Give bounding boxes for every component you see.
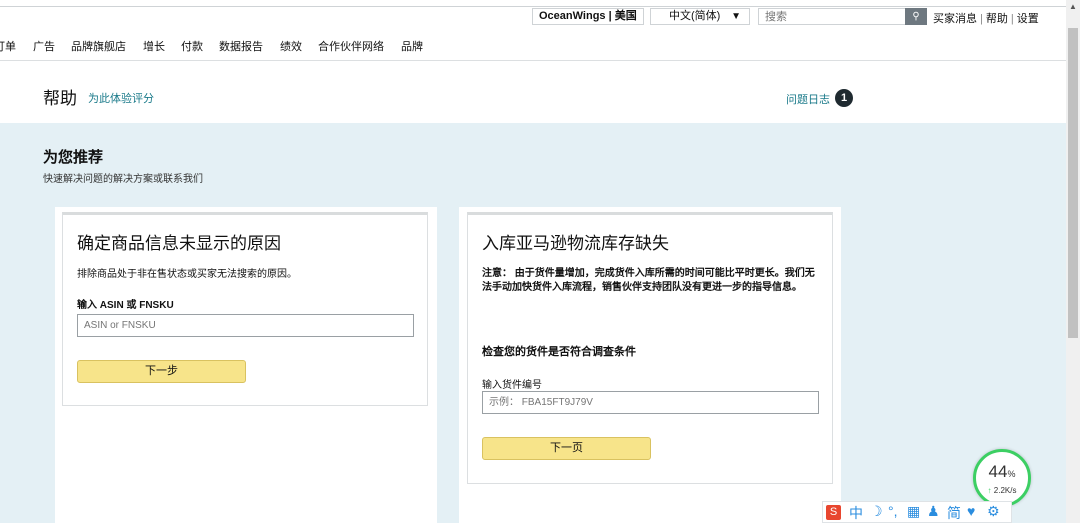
nav-item-orders[interactable]: 订单 [0,38,16,54]
asin-input[interactable] [77,314,414,337]
chevron-down-icon: ▼ [731,11,741,22]
main-content: 为您推荐 快速解决问题的解决方案或联系我们 确定商品信息未显示的原因 排除商品处… [0,123,1066,523]
nav-item-brand-store[interactable]: 品牌旗舰店 [71,38,126,54]
scroll-thumb[interactable] [1068,28,1078,338]
check-eligibility-title: 检查您的货件是否符合调查条件 [482,346,636,358]
help-link[interactable]: 帮助 [986,13,1008,25]
top-border [0,6,1066,7]
speed-percent: 44% [988,462,1016,481]
page-title: 帮助 [43,89,77,108]
user-icon[interactable]: ♟ [927,503,940,520]
top-links: 买家消息 | 帮助 | 设置 [933,13,1039,25]
listing-check-card: 确定商品信息未显示的原因 排除商品处于非在售状态或买家无法搜索的原因。 输入 A… [62,212,428,406]
simplified-toggle[interactable]: 简 [947,503,961,523]
search-input[interactable] [758,8,908,25]
gear-icon[interactable]: ⚙ [987,503,1000,520]
punctuation-icon[interactable]: °, [888,503,898,519]
nav-item-partner-network[interactable]: 合作伙伴网络 [318,38,384,54]
moon-icon[interactable]: ☽ [870,503,883,520]
next-page-button[interactable]: 下一页 [482,437,651,460]
issue-log-link[interactable]: 问题日志 [786,91,830,107]
nav-item-brand[interactable]: 品牌 [401,38,423,54]
network-speed-widget[interactable]: 44% ↑ 2.2K/s [973,449,1031,507]
ime-chinese-toggle[interactable]: 中 [849,503,863,523]
store-selector[interactable]: OceanWings | 美国 [532,8,644,25]
search-button[interactable]: ⚲ [905,8,927,25]
nav-item-payments[interactable]: 付款 [181,38,203,54]
recommend-title: 为您推荐 [43,149,104,166]
card-description: 排除商品处于非在售状态或买家无法搜索的原因。 [77,269,297,280]
scroll-up-icon[interactable]: ▲ [1069,2,1077,11]
shipment-label: 输入货件编号 [482,380,542,391]
nav-item-ads[interactable]: 广告 [33,38,55,54]
issue-count-badge[interactable]: 1 [835,89,853,107]
vertical-scrollbar[interactable]: ▲ [1066,0,1080,523]
rate-experience-link[interactable]: 为此体验评分 [88,90,154,106]
speed-rate: ↑ 2.2K/s [987,486,1017,495]
top-bar: OceanWings | 美国 中文(简体) ▼ ⚲ 买家消息|帮助|设置 [0,0,1066,28]
next-step-button[interactable]: 下一步 [77,360,246,383]
ime-toolbar: S 中 ☽ °, ▦ ♟ 简 ♥ ⚙ [822,501,1012,523]
card-title: 确定商品信息未显示的原因 [77,234,281,253]
upload-arrow-icon: ↑ [987,486,992,495]
nav-item-reports[interactable]: 数据报告 [219,38,263,54]
language-label: 中文(简体) [669,10,721,22]
keyboard-icon[interactable]: ▦ [907,503,920,520]
asin-label: 输入 ASIN 或 FNSKU [77,300,174,311]
ime-logo-icon[interactable]: S [826,505,841,520]
buyer-messages-link[interactable]: 买家消息 [933,13,977,25]
shipment-id-input[interactable] [482,391,819,414]
card-note: 注意： 由于货件量增加，完成货件入库所需的时间可能比平时更长。我们无法手动加快货… [482,268,815,293]
settings-link[interactable]: 设置 [1017,13,1039,25]
recommend-subtitle: 快速解决问题的解决方案或联系我们 [43,174,203,185]
nav-item-performance[interactable]: 绩效 [280,38,302,54]
search-icon: ⚲ [912,11,920,22]
card-title: 入库亚马逊物流库存缺失 [482,234,669,253]
skin-icon[interactable]: ♥ [967,503,975,519]
fba-missing-card: 入库亚马逊物流库存缺失 注意： 由于货件量增加，完成货件入库所需的时间可能比平时… [467,212,833,484]
nav-divider [0,60,1066,61]
language-selector[interactable]: 中文(简体) ▼ [650,8,750,25]
nav-item-growth[interactable]: 增长 [143,38,165,54]
